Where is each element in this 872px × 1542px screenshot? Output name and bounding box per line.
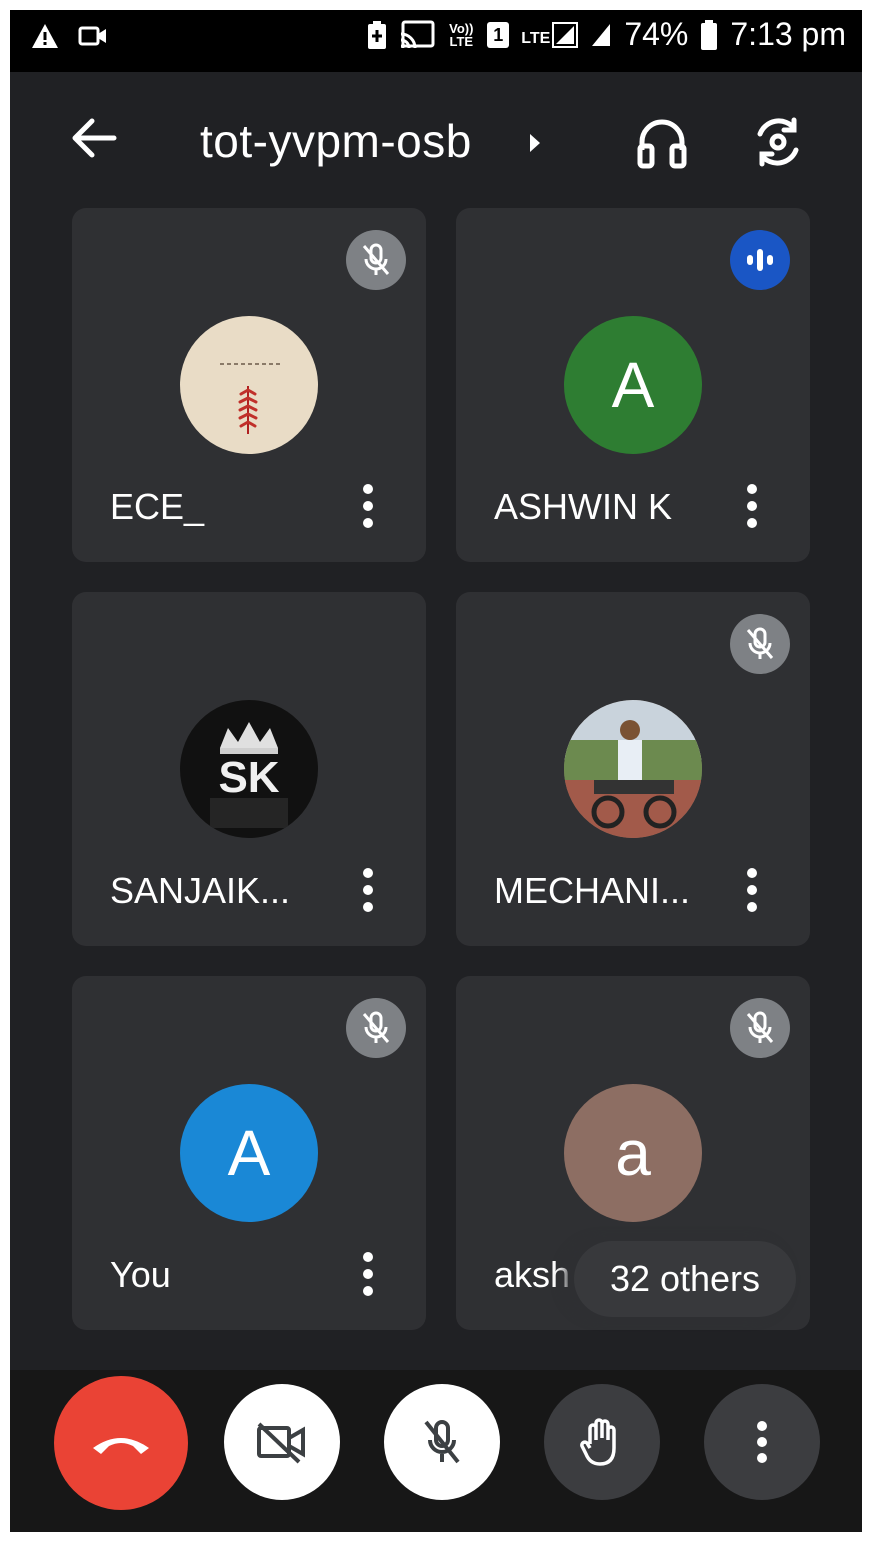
participant-name: ASHWIN K bbox=[494, 486, 673, 527]
leaf-avatar-image bbox=[220, 363, 280, 434]
warning-icon bbox=[32, 24, 58, 48]
participant-name: SANJAIK... bbox=[110, 870, 291, 911]
mic-off-icon bbox=[730, 998, 790, 1058]
avatar: a bbox=[564, 1084, 702, 1222]
clock: 7:13 pm bbox=[730, 16, 846, 52]
participant-name: ECE_ bbox=[110, 486, 205, 527]
participant-name: MECHANI... bbox=[494, 870, 691, 911]
battery-icon bbox=[701, 19, 718, 50]
meeting-code[interactable]: tot-yvpm-osb bbox=[200, 114, 472, 168]
call-controls bbox=[10, 1370, 862, 1532]
mic-toggle-button[interactable] bbox=[384, 1384, 500, 1500]
signal-icon bbox=[592, 23, 611, 46]
avatar-initials: SK bbox=[218, 753, 279, 802]
avatar bbox=[180, 316, 318, 454]
participant-tile[interactable]: SK SANJAIK... bbox=[72, 592, 426, 946]
participant-tile[interactable]: a aksh 32 others bbox=[456, 976, 810, 1330]
mic-off-icon bbox=[730, 614, 790, 674]
chevron-right-icon[interactable] bbox=[530, 134, 540, 152]
headphones-icon[interactable] bbox=[634, 114, 690, 170]
participant-tile[interactable]: MECHANI... bbox=[456, 592, 810, 946]
battery-percent: 74% bbox=[624, 16, 689, 52]
video-camera-icon bbox=[78, 26, 106, 46]
battery-saver-icon bbox=[368, 20, 387, 49]
mic-off-icon bbox=[346, 998, 406, 1058]
more-vert-icon[interactable] bbox=[736, 862, 768, 918]
meeting-header: tot-yvpm-osb bbox=[10, 72, 862, 202]
more-vert-icon[interactable] bbox=[352, 862, 384, 918]
raise-hand-button[interactable] bbox=[544, 1384, 660, 1500]
avatar bbox=[564, 700, 702, 838]
participant-tile-self[interactable]: A You bbox=[72, 976, 426, 1330]
more-options-button[interactable] bbox=[704, 1384, 820, 1500]
network-label: LTE bbox=[521, 29, 551, 47]
end-call-button[interactable] bbox=[54, 1376, 188, 1510]
mic-off-icon bbox=[424, 1420, 460, 1464]
sim-icon: 1 bbox=[487, 21, 510, 48]
more-vert-icon bbox=[757, 1421, 767, 1463]
meet-screen: Vo)) LTE 1 LTE 74% 7:13 pm tot-yvpm-osb bbox=[10, 10, 862, 1532]
crown-avatar-image: SK bbox=[210, 722, 288, 828]
others-chip[interactable]: 32 others bbox=[574, 1241, 796, 1317]
participant-tile[interactable]: ECE_ bbox=[72, 208, 426, 562]
participant-tile[interactable]: A ASHWIN K bbox=[456, 208, 810, 562]
participant-name: You bbox=[110, 1254, 171, 1295]
avatar: A bbox=[180, 1084, 318, 1222]
more-vert-icon[interactable] bbox=[352, 1246, 384, 1302]
camera-off-icon bbox=[257, 1422, 305, 1464]
speaking-indicator-icon bbox=[730, 230, 790, 290]
back-arrow-icon[interactable] bbox=[68, 112, 120, 164]
volte-icon: Vo)) LTE bbox=[449, 20, 474, 49]
camera-toggle-button[interactable] bbox=[224, 1384, 340, 1500]
avatar: SK bbox=[180, 700, 318, 838]
status-bar: Vo)) LTE 1 LTE 74% 7:13 pm bbox=[10, 10, 862, 72]
signal-bars-icon bbox=[552, 21, 579, 48]
photo-avatar-image bbox=[564, 700, 702, 838]
more-vert-icon[interactable] bbox=[736, 478, 768, 534]
switch-camera-icon[interactable] bbox=[748, 112, 808, 172]
lte-signal-icon: LTE bbox=[521, 21, 579, 48]
cast-icon bbox=[401, 20, 435, 48]
mic-off-icon bbox=[346, 230, 406, 290]
raise-hand-icon bbox=[580, 1418, 616, 1466]
more-vert-icon[interactable] bbox=[352, 478, 384, 534]
end-call-icon bbox=[93, 1438, 149, 1454]
participant-name: aksh bbox=[494, 1254, 571, 1295]
avatar: A bbox=[564, 316, 702, 454]
